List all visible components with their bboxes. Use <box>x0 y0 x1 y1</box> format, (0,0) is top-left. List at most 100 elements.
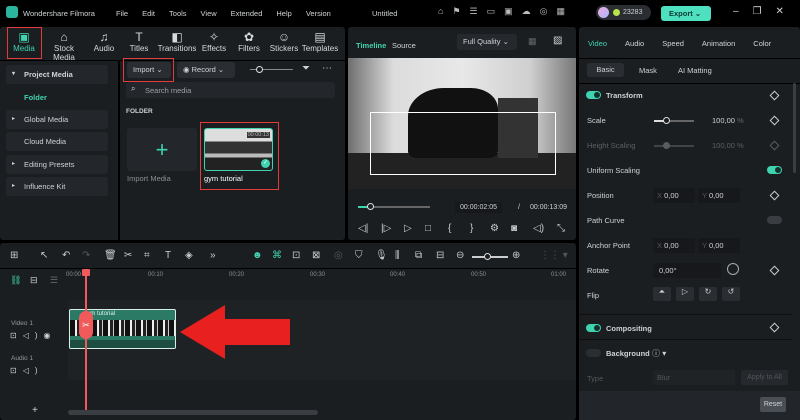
background-toggle[interactable] <box>586 349 601 357</box>
timeline-scrollbar[interactable] <box>68 410 318 415</box>
gift-icon[interactable]: ⌂ <box>438 6 452 16</box>
notes-icon[interactable]: ☰ <box>470 6 487 16</box>
playhead-handle[interactable] <box>82 269 90 276</box>
add-track-icon[interactable]: + <box>32 405 38 416</box>
apply-to-all-button[interactable]: Apply to All <box>741 370 788 385</box>
credits-badge[interactable]: 23283 <box>596 5 651 20</box>
ai-mate-icon[interactable]: ☻ <box>252 250 263 261</box>
volume-icon[interactable]: ◁) <box>533 223 544 234</box>
undo-icon[interactable]: ↶ <box>62 250 70 261</box>
split-icon[interactable]: ✂ <box>79 311 93 339</box>
rotate-field[interactable]: 0,00° <box>653 263 721 278</box>
tab-speed[interactable]: Speed <box>662 39 684 48</box>
menu-version[interactable]: Version <box>306 9 331 18</box>
crop-icon[interactable]: ⌗ <box>144 250 150 261</box>
stop-icon[interactable]: □ <box>425 223 431 234</box>
close-icon[interactable]: ✕ <box>776 6 798 17</box>
flip-horizontal-icon[interactable]: ▷ <box>676 287 694 301</box>
text-tool-icon[interactable]: T <box>165 250 171 261</box>
sidebar-item-project-media[interactable]: ▾ Project Media <box>6 65 108 84</box>
image-tool-icon[interactable]: ⊠ <box>312 250 320 261</box>
search-input[interactable]: ⌕ Search media <box>126 82 335 98</box>
cut-icon[interactable]: ✂ <box>124 250 132 261</box>
restore-icon[interactable]: ❐ <box>753 6 776 17</box>
transform-toggle[interactable] <box>586 91 601 99</box>
menu-tools[interactable]: Tools <box>169 9 187 18</box>
sidebar-item-global-media[interactable]: ▸ Global Media <box>6 110 108 129</box>
subtab-mask[interactable]: Mask <box>639 66 657 75</box>
mute-icon[interactable]: ◁) <box>23 331 44 340</box>
menu-edit[interactable]: Edit <box>142 9 155 18</box>
support-icon[interactable]: ◎ <box>540 6 557 16</box>
export-button[interactable]: Export ⌄ <box>661 6 711 21</box>
minimize-icon[interactable]: – <box>733 6 753 17</box>
compositing-toggle[interactable] <box>586 324 601 332</box>
scrollbar[interactable] <box>793 83 796 173</box>
position-y-field[interactable]: Y 0,00 <box>698 188 740 203</box>
background-heading[interactable]: Background <box>606 349 650 358</box>
snapshot-view-icon[interactable]: ▨ <box>553 35 562 46</box>
track-add-icon[interactable]: ⊟ <box>30 275 38 286</box>
sidebar-item-editing-presets[interactable]: ▸ Editing Presets <box>6 155 108 174</box>
sidebar-item-folder[interactable]: Folder <box>24 93 47 102</box>
replace-icon[interactable]: ⧉ <box>415 250 422 261</box>
shield-icon[interactable]: ⛉ <box>355 250 363 261</box>
filter-icon[interactable]: ⏷ <box>302 63 310 74</box>
reset-button[interactable]: Reset <box>760 397 786 412</box>
lock-icon[interactable]: ⊡ <box>10 331 23 340</box>
help-icon[interactable]: ⓘ ▾ <box>652 348 666 359</box>
apps-icon[interactable]: ▦ <box>556 6 574 16</box>
ai-chip-icon[interactable]: ⌘ <box>272 250 282 261</box>
fullscreen-icon[interactable]: ⤡ <box>557 223 565 234</box>
rotate-left-icon[interactable]: ↺ <box>722 287 740 301</box>
template-tool-icon[interactable]: ⊡ <box>292 250 300 261</box>
tab-audio-props[interactable]: Audio <box>625 39 644 48</box>
save-icon[interactable]: ▣ <box>504 6 522 16</box>
lock-icon[interactable]: ⊡ <box>10 366 23 375</box>
rotate-right-icon[interactable]: ↻ <box>699 287 717 301</box>
mixer-icon[interactable]: ⫼ <box>395 250 400 261</box>
cloud-icon[interactable]: ☁ <box>522 6 540 16</box>
thumbnail-size-slider[interactable] <box>250 66 293 73</box>
grid-icon[interactable]: ▦ <box>528 36 537 47</box>
mute-icon[interactable]: ◁) <box>23 366 44 375</box>
zoom-in-icon[interactable]: ⊕ <box>512 250 520 261</box>
import-media-tile[interactable]: + <box>127 128 197 171</box>
play-icon[interactable]: ▷ <box>404 223 412 234</box>
anchor-y-field[interactable]: Y 0,00 <box>698 238 740 253</box>
next-frame-icon[interactable]: |▷ <box>381 223 391 234</box>
tab-source[interactable]: Source <box>392 41 416 50</box>
playhead[interactable] <box>85 270 87 410</box>
record-button[interactable]: ◉ Record ⌄ <box>177 62 235 78</box>
tab-transitions[interactable]: ◧ Transitions <box>156 30 198 53</box>
redo-icon[interactable]: ↷ <box>82 250 90 261</box>
anchor-x-field[interactable]: X 0,00 <box>653 238 695 253</box>
delete-icon[interactable]: 🗑 <box>104 250 117 261</box>
prev-frame-icon[interactable]: ◁| <box>358 223 368 234</box>
playback-progress[interactable] <box>358 203 430 210</box>
uniform-scaling-toggle[interactable] <box>767 166 782 174</box>
mark-in-icon[interactable]: { <box>448 223 451 234</box>
menu-help[interactable]: Help <box>276 9 291 18</box>
layout-grid-icon[interactable]: ⊞ <box>10 250 18 261</box>
subtab-basic[interactable]: Basic <box>587 63 624 77</box>
path-curve-toggle[interactable] <box>767 216 782 224</box>
menu-file[interactable]: File <box>116 9 128 18</box>
type-dropdown[interactable]: Blur <box>653 370 735 385</box>
camera-icon[interactable]: ◙ <box>511 223 517 234</box>
sidebar-item-cloud-media[interactable]: Cloud Media <box>6 132 108 151</box>
rotate-dial[interactable] <box>727 263 739 275</box>
tab-animation[interactable]: Animation <box>702 39 735 48</box>
scale-slider[interactable] <box>654 117 694 124</box>
tab-timeline[interactable]: Timeline <box>356 41 386 50</box>
tab-video[interactable]: Video <box>588 39 607 48</box>
fit-icon[interactable]: ⊟ <box>436 250 444 261</box>
quality-dropdown[interactable]: Full Quality ⌄ <box>457 34 517 50</box>
tab-stock-media[interactable]: ⌂ Stock Media <box>43 30 85 62</box>
link-icon[interactable]: ⛓ <box>10 275 21 286</box>
layout-icon[interactable]: ▭ <box>487 6 505 16</box>
zoom-slider[interactable] <box>472 253 508 260</box>
zoom-out-icon[interactable]: ⊖ <box>456 250 464 261</box>
flip-vertical-icon[interactable]: ⏶ <box>653 287 671 301</box>
select-icon[interactable]: ↖ <box>40 250 48 261</box>
